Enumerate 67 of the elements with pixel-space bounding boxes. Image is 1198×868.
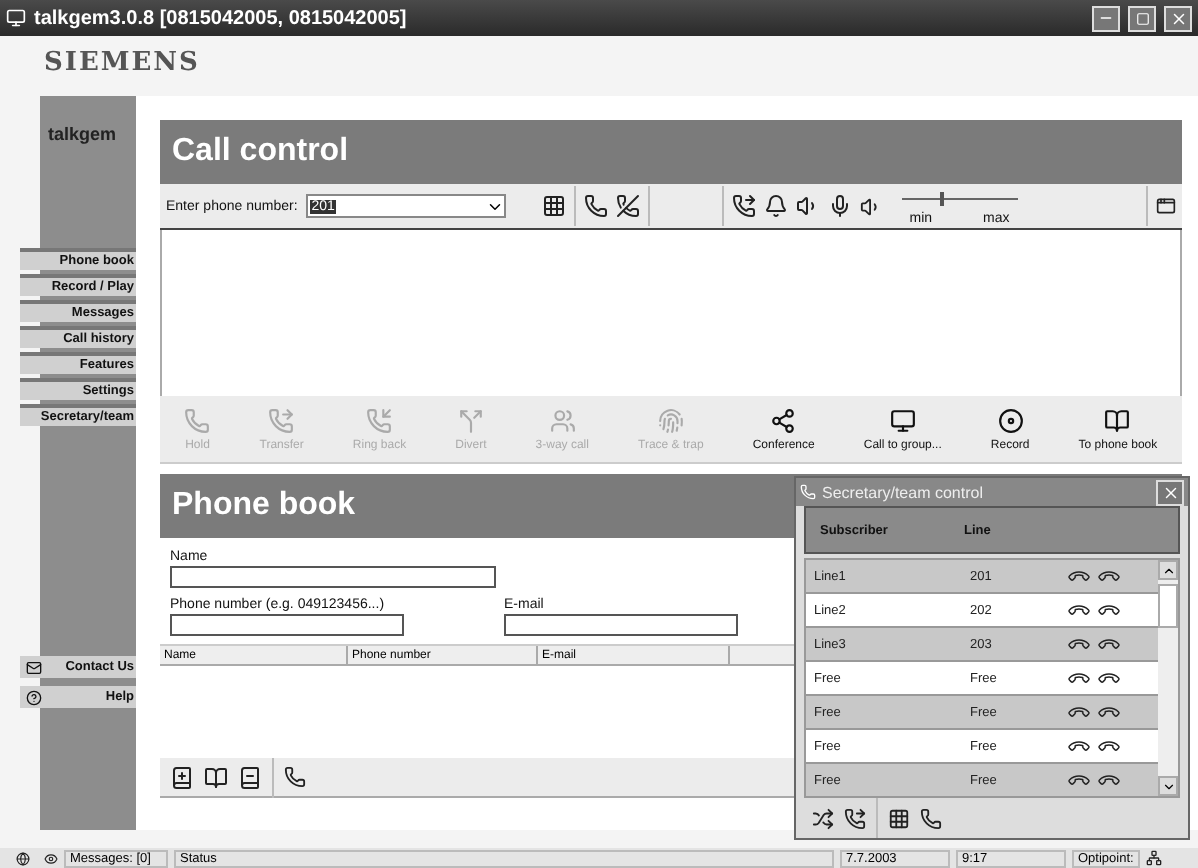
- handset-icon[interactable]: [1070, 737, 1088, 755]
- handset-icon[interactable]: [844, 807, 866, 829]
- people-icon: [549, 407, 576, 433]
- scroll-thumb[interactable]: [1158, 584, 1178, 628]
- speaker-icon[interactable]: [795, 194, 820, 218]
- email-field[interactable]: [504, 614, 738, 636]
- keypad-icon[interactable]: [888, 807, 910, 829]
- globe-icon: [16, 851, 30, 865]
- handset-icon[interactable]: [1070, 703, 1088, 721]
- app-icon: [6, 8, 26, 28]
- speaker-icon: [859, 195, 882, 217]
- handset-icon[interactable]: [1100, 703, 1118, 721]
- close-button[interactable]: [1156, 479, 1184, 505]
- close-icon: [1161, 483, 1179, 501]
- device-icon: [1146, 850, 1162, 866]
- handset-icon[interactable]: [1070, 771, 1088, 789]
- eye-icon: [44, 851, 58, 865]
- handset-icon[interactable]: [920, 807, 942, 829]
- dialog-title: Secretary/team control: [822, 483, 985, 501]
- handset-icon: [184, 407, 211, 433]
- keypad-icon[interactable]: [541, 194, 566, 218]
- handset-icon[interactable]: [284, 766, 306, 788]
- minimize-button[interactable]: [1092, 5, 1120, 31]
- handset-icon: [268, 407, 295, 433]
- mail-icon: [26, 659, 42, 675]
- close-icon: [1169, 9, 1187, 27]
- scroll-up-button[interactable]: [1158, 560, 1178, 580]
- book-remove-icon[interactable]: [238, 765, 262, 789]
- scroll-down-button[interactable]: [1158, 776, 1178, 796]
- close-button[interactable]: [1164, 5, 1192, 31]
- handset-icon: [366, 407, 393, 433]
- handset-icon[interactable]: [1070, 601, 1088, 619]
- share-icon: [770, 407, 797, 433]
- fingerprint-icon: [657, 407, 684, 433]
- monitor-icon: [889, 407, 916, 433]
- section-header: Call control: [160, 120, 1182, 184]
- help-icon: [26, 689, 42, 705]
- scrollbar[interactable]: [1158, 560, 1178, 796]
- hang-up-icon[interactable]: [615, 194, 640, 218]
- logo: SIEMENS: [42, 46, 202, 82]
- window-title: talkgem3.0.8 [0815042005, 0815042005]: [34, 7, 409, 29]
- handset-icon[interactable]: [1100, 635, 1118, 653]
- handset-icon[interactable]: [1100, 601, 1118, 619]
- window-icon[interactable]: [1156, 196, 1176, 216]
- book-add-icon[interactable]: [170, 765, 194, 789]
- handset-icon[interactable]: [1070, 669, 1088, 687]
- bell-icon[interactable]: [763, 194, 788, 218]
- book-icon[interactable]: [204, 765, 228, 789]
- phone-icon: [800, 484, 816, 500]
- split-icon: [457, 407, 484, 433]
- phone-number-field[interactable]: [170, 614, 404, 636]
- maximize-icon: [1135, 11, 1149, 25]
- microphone-icon[interactable]: [827, 194, 852, 218]
- handset-icon[interactable]: [583, 194, 608, 218]
- handset-icon[interactable]: [1100, 567, 1118, 585]
- handset-icon[interactable]: [1100, 771, 1118, 789]
- handset-icon[interactable]: [1100, 669, 1118, 687]
- maximize-button[interactable]: [1128, 5, 1156, 31]
- handset-icon[interactable]: [1100, 737, 1118, 755]
- name-field[interactable]: [170, 566, 496, 588]
- handset-icon[interactable]: [1070, 567, 1088, 585]
- handset-icon[interactable]: [1070, 635, 1088, 653]
- shuffle-icon[interactable]: [812, 807, 834, 829]
- forward-icon[interactable]: [731, 194, 756, 218]
- book-icon: [1104, 407, 1131, 433]
- sidebar-title: talkgem: [48, 124, 119, 148]
- disc-icon: [997, 407, 1024, 433]
